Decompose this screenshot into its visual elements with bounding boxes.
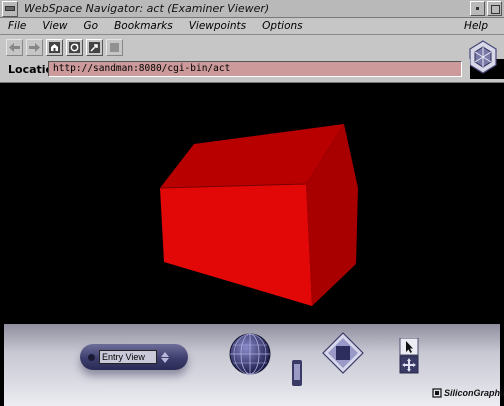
minimize-button[interactable] xyxy=(470,1,485,16)
menu-viewpoints[interactable]: Viewpoints xyxy=(181,20,254,32)
chevron-down-icon[interactable] xyxy=(161,357,169,363)
maximize-button[interactable] xyxy=(487,1,502,16)
menu-go[interactable]: Go xyxy=(76,20,107,32)
rotate-globe-control[interactable] xyxy=(228,332,272,376)
location-label: Location: xyxy=(8,62,66,76)
forward-button[interactable] xyxy=(26,38,43,56)
location-bar: Location: http://sandman:8080/cgi-bin/ac… xyxy=(0,59,470,79)
navigation-dashboard: Entry View SiliconGraphi xyxy=(4,324,504,406)
chrome-separator xyxy=(0,79,504,83)
location-input[interactable]: http://sandman:8080/cgi-bin/act xyxy=(48,61,462,77)
brand-text: SiliconGraphics xyxy=(444,388,504,398)
stop-icon xyxy=(110,42,119,52)
silicon-graphics-logo: SiliconGraphics xyxy=(432,388,504,398)
menu-file[interactable]: File xyxy=(0,20,34,32)
toolbar xyxy=(0,35,504,59)
reload-button[interactable] xyxy=(66,38,83,56)
menu-bookmarks[interactable]: Bookmarks xyxy=(106,20,181,32)
home-icon xyxy=(49,41,60,53)
viewpoint-prev-dot[interactable] xyxy=(88,353,95,361)
house-model[interactable] xyxy=(4,84,500,324)
chevron-up-icon[interactable] xyxy=(161,351,169,357)
open-button[interactable] xyxy=(86,38,103,56)
window-menu-button[interactable] xyxy=(2,0,18,17)
globe-logo-icon xyxy=(469,40,497,74)
menu-help[interactable]: Help xyxy=(456,20,496,32)
stop-button[interactable] xyxy=(106,38,123,56)
reload-icon xyxy=(69,41,80,53)
zoom-slider[interactable] xyxy=(290,360,304,386)
title-bar: WebSpace Navigator: act (Examiner Viewer… xyxy=(0,0,504,18)
menu-bar: File View Go Bookmarks Viewpoints Option… xyxy=(0,18,504,35)
forward-arrow-icon xyxy=(29,42,40,52)
window-title: WebSpace Navigator: act (Examiner Viewer… xyxy=(24,2,270,15)
webspace-navigator-window: WebSpace Navigator: act (Examiner Viewer… xyxy=(0,0,504,406)
viewpoint-field[interactable]: Entry View xyxy=(99,350,157,364)
window-controls xyxy=(470,1,502,16)
navigation-mode-buttons[interactable] xyxy=(398,338,420,374)
menu-options[interactable]: Options xyxy=(254,20,311,32)
viewpoint-stepper[interactable] xyxy=(160,351,170,363)
home-button[interactable] xyxy=(46,38,63,56)
back-arrow-icon xyxy=(9,42,20,52)
open-icon xyxy=(89,41,100,53)
back-button[interactable] xyxy=(6,38,23,56)
webspace-logo xyxy=(466,36,500,78)
viewpoint-selector[interactable]: Entry View xyxy=(80,344,188,370)
sgi-cube-icon xyxy=(432,388,442,398)
3d-viewport[interactable] xyxy=(4,84,500,324)
menu-view[interactable]: View xyxy=(34,20,75,32)
pan-diamond-control[interactable] xyxy=(322,332,364,374)
